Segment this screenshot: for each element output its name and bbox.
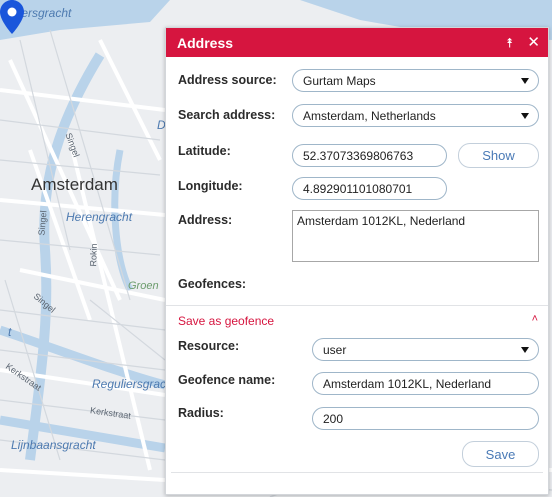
longitude-input[interactable]: 4.892901101080701 xyxy=(292,177,447,200)
geofence-name-label: Geofence name: xyxy=(178,373,276,387)
address-dialog: Address ⯭ ✕ Address source: Gurtam Maps … xyxy=(165,27,549,495)
longitude-label: Longitude: xyxy=(178,179,243,193)
close-icon[interactable]: ✕ xyxy=(527,35,540,50)
double-chevron-up-icon[interactable]: ⯭ xyxy=(506,36,514,49)
map-label-reguliersgracht: Reguliersgrac xyxy=(92,377,167,391)
resource-value: user xyxy=(323,342,347,357)
search-address-value: Amsterdam, Netherlands xyxy=(303,108,436,123)
save-button[interactable]: Save xyxy=(462,441,539,467)
latitude-label: Latitude: xyxy=(178,144,231,158)
search-address-select[interactable]: Amsterdam, Netherlands xyxy=(292,104,539,127)
dialog-title: Address xyxy=(177,34,234,51)
address-textarea[interactable]: Amsterdam 1012KL, Nederland xyxy=(292,210,539,262)
radius-label: Radius: xyxy=(178,406,224,420)
save-as-geofence-title: Save as geofence xyxy=(178,314,275,328)
map-label-groenburgwal: Groen xyxy=(128,280,159,292)
map-label-rokin: Rokin xyxy=(88,243,99,267)
radius-value: 200 xyxy=(323,411,344,426)
map-label-herengracht: Herengracht xyxy=(66,210,133,224)
geofence-name-input[interactable]: Amsterdam 1012KL, Nederland xyxy=(312,372,539,395)
dialog-header[interactable]: Address ⯭ ✕ xyxy=(166,28,548,57)
map-label-edge-t: t xyxy=(8,325,12,339)
chevron-down-icon xyxy=(521,78,529,84)
radius-input[interactable]: 200 xyxy=(312,407,539,430)
latitude-value: 52.37073369806763 xyxy=(303,148,414,163)
search-address-label: Search address: xyxy=(178,108,276,122)
longitude-value: 4.892901101080701 xyxy=(303,181,413,196)
show-button[interactable]: Show xyxy=(458,143,539,168)
geofence-name-value: Amsterdam 1012KL, Nederland xyxy=(323,376,492,391)
address-source-select[interactable]: Gurtam Maps xyxy=(292,69,539,92)
map-label-lijnbaansgracht: Lijnbaansgracht xyxy=(11,438,96,452)
geofences-label: Geofences: xyxy=(178,277,247,291)
dialog-bottom-divider xyxy=(171,472,543,473)
address-label: Address: xyxy=(178,213,233,227)
latitude-input[interactable]: 52.37073369806763 xyxy=(292,144,447,167)
chevron-up-icon[interactable]: ˄ xyxy=(532,313,538,325)
address-source-label: Address source: xyxy=(178,73,277,87)
resource-label: Resource: xyxy=(178,339,240,353)
chevron-down-icon xyxy=(521,347,529,353)
chevron-down-icon xyxy=(521,113,529,119)
save-as-geofence-header[interactable]: Save as geofence ˄ xyxy=(166,305,548,333)
location-pin-icon[interactable] xyxy=(0,0,24,34)
resource-select[interactable]: user xyxy=(312,338,539,361)
map-label-city: Amsterdam xyxy=(31,175,118,194)
address-source-value: Gurtam Maps xyxy=(303,73,376,88)
